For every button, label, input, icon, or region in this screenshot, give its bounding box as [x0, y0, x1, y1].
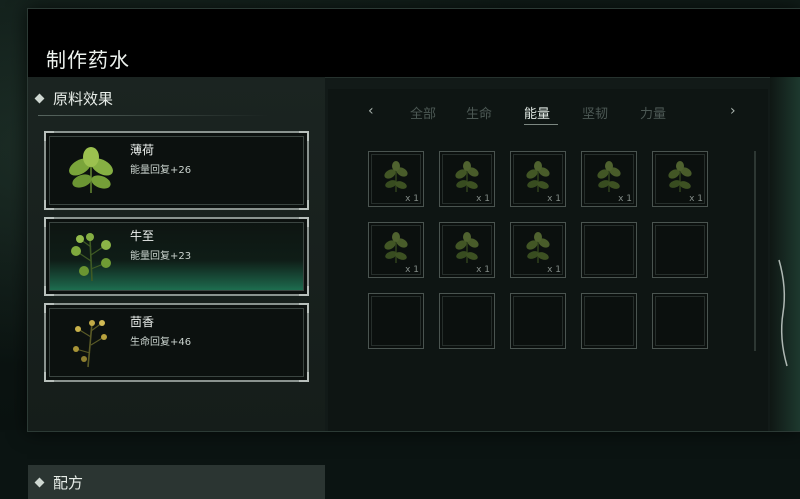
effects-section-title: 原料效果	[53, 89, 114, 108]
tab-next-arrow-icon[interactable]: ›	[730, 103, 736, 119]
herb-icon	[526, 232, 550, 263]
inventory-slot[interactable]: x 1	[439, 151, 495, 207]
herb-icon	[455, 161, 479, 192]
inventory-slot[interactable]: x 1	[368, 151, 424, 207]
item-quantity: x 1	[689, 194, 703, 204]
recipe-section-title: 配方	[53, 473, 84, 492]
category-tabs: ‹ 全部 生命 能量 坚韧 力量 ›	[328, 99, 768, 129]
item-quantity: x 1	[547, 194, 561, 204]
frame-corner	[299, 217, 309, 227]
inventory-scrollbar[interactable]	[754, 151, 756, 351]
inventory-slot[interactable]	[439, 293, 495, 349]
item-quantity: x 1	[476, 265, 490, 275]
item-quantity: x 1	[405, 265, 419, 275]
title-bar: 制作药水	[28, 9, 800, 78]
inventory-slot[interactable]: x 1	[581, 151, 637, 207]
herb-icon	[526, 161, 550, 192]
recipe-section-header: 配方	[34, 469, 84, 495]
frame-corner	[44, 286, 54, 296]
ingredient-card-oregano[interactable]: 牛至 能量回复+23	[44, 217, 309, 296]
diamond-bullet-icon	[34, 477, 45, 487]
herb-icon	[384, 232, 408, 263]
inventory-slot[interactable]	[510, 293, 566, 349]
ingredient-effect: 能量回复+26	[130, 165, 192, 176]
frame-corner	[299, 286, 309, 296]
active-tab-underline	[524, 124, 558, 125]
ingredient-name: 薄荷	[130, 143, 155, 157]
mint-leaf-icon	[69, 147, 113, 193]
frame-corner	[44, 200, 54, 210]
ingredient-effects-panel: 原料效果 薄荷 能量回复+26 牛至 能量回复+23 茴香 生命回复+46 配方	[28, 77, 325, 499]
herb-icon	[455, 232, 479, 263]
tab-health[interactable]: 生命	[466, 103, 492, 122]
inventory-slot[interactable]	[652, 222, 708, 278]
ingredient-name: 茴香	[130, 315, 155, 329]
inventory-slot[interactable]: x 1	[652, 151, 708, 207]
tab-strength[interactable]: 力量	[640, 103, 666, 122]
herb-icon	[384, 161, 408, 192]
tab-all[interactable]: 全部	[410, 103, 436, 122]
diamond-bullet-icon	[34, 93, 45, 103]
ingredient-card-mint[interactable]: 薄荷 能量回复+26	[44, 131, 309, 210]
recipe-section-bar[interactable]: 配方	[28, 465, 325, 499]
fennel-sprig-icon	[73, 320, 107, 368]
window-title: 制作药水	[46, 48, 130, 72]
item-quantity: x 1	[618, 194, 632, 204]
side-drawer-handle-icon[interactable]	[776, 258, 790, 368]
inventory-slot[interactable]	[581, 293, 637, 349]
inventory-slot[interactable]: x 1	[368, 222, 424, 278]
inventory-slot[interactable]: x 1	[439, 222, 495, 278]
frame-corner	[44, 217, 54, 227]
frame-corner	[44, 303, 54, 313]
craft-potion-window: 制作药水 原料效果 薄荷 能量回复+26 牛至 能量回复+23 茴香 生命回复+…	[27, 8, 800, 499]
herb-icon	[668, 161, 692, 192]
frame-corner	[44, 372, 54, 382]
ingredient-effect: 生命回复+46	[130, 337, 192, 348]
frame-corner	[299, 131, 309, 141]
frame-corner	[44, 131, 54, 141]
tab-toughness[interactable]: 坚韧	[582, 103, 608, 122]
inventory-slot[interactable]: x 1	[510, 222, 566, 278]
inventory-slot[interactable]	[368, 293, 424, 349]
inventory-slot[interactable]: x 1	[510, 151, 566, 207]
frame-corner	[299, 200, 309, 210]
item-quantity: x 1	[547, 265, 561, 275]
side-decoration	[770, 77, 800, 431]
ingredient-name: 牛至	[130, 229, 155, 243]
herb-icon	[597, 161, 621, 192]
oregano-sprig-icon	[71, 233, 111, 282]
ingredient-card-fennel[interactable]: 茴香 生命回复+46	[44, 303, 309, 382]
frame-corner	[299, 372, 309, 382]
item-quantity: x 1	[405, 194, 419, 204]
tab-prev-arrow-icon[interactable]: ‹	[368, 103, 374, 119]
inventory-slot[interactable]	[581, 222, 637, 278]
frame-corner	[299, 303, 309, 313]
inventory-panel: ‹ 全部 生命 能量 坚韧 力量 › x 1 x 1 x 1 x 1 x 1 x 1 x 1…	[328, 89, 768, 431]
section-divider	[38, 115, 268, 116]
item-quantity: x 1	[476, 194, 490, 204]
tab-energy[interactable]: 能量	[524, 103, 550, 122]
effects-section-header: 原料效果	[34, 85, 114, 111]
ingredient-effect: 能量回复+23	[130, 251, 192, 262]
inventory-slot[interactable]	[652, 293, 708, 349]
